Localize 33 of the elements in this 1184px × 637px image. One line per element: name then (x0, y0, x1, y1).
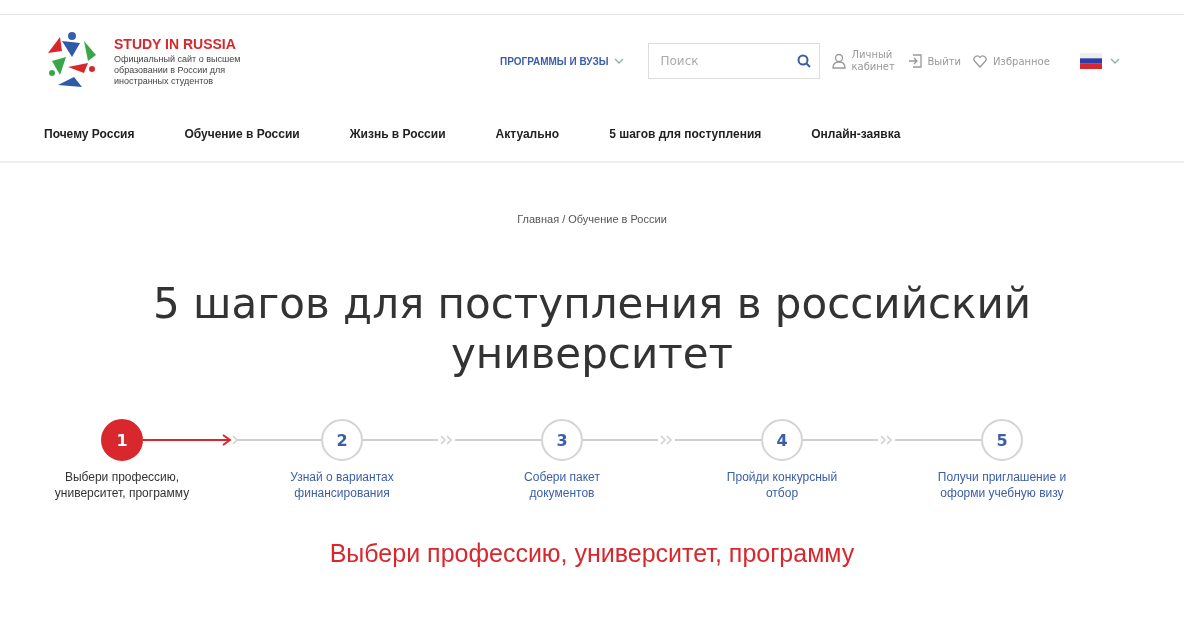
step-number[interactable]: 2 (321, 419, 363, 461)
step-number[interactable]: 5 (981, 419, 1023, 461)
programs-menu[interactable]: ПРОГРАММЫ И ВУЗЫ (494, 54, 630, 68)
step-label[interactable]: Пройди конкурсный отбор (722, 469, 842, 501)
step-number[interactable]: 3 (541, 419, 583, 461)
russia-flag-icon[interactable] (1079, 53, 1102, 69)
step-label[interactable]: Собери пакет документов (502, 469, 622, 501)
step-number[interactable]: 4 (761, 419, 803, 461)
step-label[interactable]: Узнай о вариантах финансирования (267, 469, 417, 501)
search-icon[interactable] (796, 54, 811, 68)
chevron-connector-icon (583, 433, 761, 447)
chevron-down-icon (613, 58, 624, 64)
user-icon (831, 53, 846, 69)
breadcrumb: Главная / Обучение в России (516, 213, 668, 225)
arrow-connector-icon (143, 433, 321, 447)
nav-link[interactable]: Актуально (495, 127, 560, 141)
nav-link[interactable]: Жизнь в России (349, 127, 446, 141)
search-field[interactable]: Поиск (647, 43, 820, 79)
nav-link[interactable]: Онлайн-заявка (811, 127, 901, 141)
nav-link[interactable]: 5 шагов для поступления (609, 127, 762, 141)
nav-link[interactable]: Почему Россия (44, 127, 135, 141)
site-subtitle: Официальный сайт о высшем образовании в России для иностранных студентов (114, 53, 242, 87)
nav-link[interactable]: Обучение в России (184, 127, 300, 141)
heart-icon (973, 54, 988, 68)
step-label[interactable]: Получи приглашение и оформи учебную визу (927, 469, 1077, 501)
section-heading: Выбери профессию, университет, программу (328, 539, 856, 568)
step-number[interactable]: 1 (101, 419, 143, 461)
chevron-connector-icon (803, 433, 981, 447)
chevron-connector-icon (363, 433, 541, 447)
page-title: 5 шагов для поступления в российский университет (152, 279, 1032, 379)
logout-icon (907, 54, 922, 68)
site-title: STUDY IN RUSSIA (114, 35, 237, 52)
step-label: Выбери профессию, университет, программу (53, 469, 191, 501)
